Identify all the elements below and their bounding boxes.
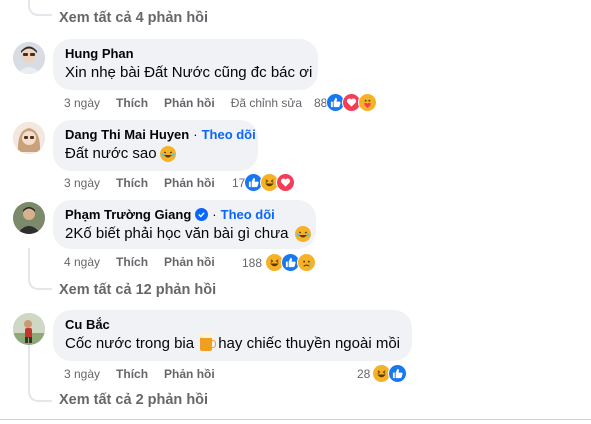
like-button[interactable]: Thích — [116, 176, 148, 190]
avatar[interactable] — [13, 42, 45, 74]
follow-button[interactable]: Theo dõi — [221, 207, 275, 222]
comment-time[interactable]: 3 ngày — [64, 176, 100, 190]
view-all-replies-link[interactable]: Xem tất cả 2 phản hồi — [59, 392, 208, 408]
comment-actions: 4 ngày Thích Phản hồi — [64, 255, 231, 269]
comment-author[interactable]: Phạm Trường Giang — [65, 207, 191, 222]
view-all-replies-link[interactable]: Xem tất cả 12 phản hồi — [59, 282, 216, 298]
like-icon — [388, 364, 408, 383]
avatar[interactable] — [13, 313, 45, 345]
reaction-count: 17 — [232, 175, 246, 190]
comment-actions: 3 ngày Thích Phản hồi — [64, 367, 231, 381]
comment-text-row: 2Kố biết phải học văn bài gì chưa — [65, 225, 311, 242]
comment-author[interactable]: Hung Phan — [65, 46, 306, 61]
like-button[interactable]: Thích — [116, 255, 148, 269]
like-button[interactable]: Thích — [116, 96, 148, 110]
comment-bubble: Hung Phan Xin nhẹ bài Đất Nước cũng đc b… — [53, 39, 318, 90]
reaction-count: 188 — [242, 255, 263, 270]
avatar[interactable] — [13, 122, 45, 154]
comment-bubble: Dang Thi Mai Huyen · Theo dõi Đất nước s… — [53, 120, 258, 171]
view-all-replies-link[interactable]: Xem tất cả 4 phản hồi — [59, 10, 208, 26]
follow-button[interactable]: Theo dõi — [202, 127, 256, 142]
avatar-image — [13, 202, 45, 234]
thread-line — [28, 345, 30, 385]
comment-text: Xin nhẹ bài Đất Nước cũng đc bác ơi — [65, 64, 313, 81]
reaction-summary[interactable]: 188 — [242, 253, 317, 272]
thread-elbow — [28, 274, 52, 290]
sad-icon — [297, 253, 317, 272]
reaction-count: 88 — [314, 95, 328, 110]
comment-time[interactable]: 4 ngày — [64, 255, 100, 269]
reaction-summary[interactable]: 88 — [314, 93, 378, 112]
comment-bubble: Cu Bắc Cốc nước trong bia hay chiếc thuy… — [53, 310, 412, 361]
comment-text-continued: hay chiếc thuyền ngoài mồi — [218, 335, 400, 352]
comment-actions: 3 ngày Thích Phản hồi — [64, 176, 231, 190]
love-icon — [276, 173, 296, 192]
avatar[interactable] — [13, 202, 45, 234]
comment-author[interactable]: Cu Bắc — [65, 317, 400, 332]
comment-author-row: Dang Thi Mai Huyen · Theo dõi — [65, 127, 256, 142]
comment-author[interactable]: Dang Thi Mai Huyen — [65, 127, 189, 142]
comment-text: Đất nước sao — [65, 145, 157, 162]
care-icon — [358, 93, 378, 112]
avatar-image — [13, 122, 45, 154]
like-button[interactable]: Thích — [116, 367, 148, 381]
section-divider — [0, 419, 591, 420]
comment-text: 2Kố biết phải học văn bài gì chưa — [65, 225, 289, 242]
beer-emoji — [199, 333, 217, 351]
verified-badge-icon — [195, 208, 209, 221]
thread-elbow — [28, 380, 52, 402]
comment-time[interactable]: 3 ngày — [64, 96, 100, 110]
comment-text-row: Cốc nước trong bia hay chiếc thuyền ngoà… — [65, 333, 400, 352]
rofl-emoji — [294, 225, 311, 242]
reply-button[interactable]: Phản hồi — [164, 96, 215, 110]
separator-dot: · — [193, 127, 198, 142]
edited-label: Đã chỉnh sửa — [230, 96, 303, 110]
comment-bubble: Phạm Trường Giang · Theo dõi 2Kố biết ph… — [53, 200, 316, 249]
thread-elbow — [28, 0, 52, 16]
avatar-image — [13, 42, 45, 74]
avatar-image — [13, 313, 45, 345]
comment-time[interactable]: 3 ngày — [64, 367, 100, 381]
reaction-summary[interactable]: 28 — [357, 364, 408, 383]
reply-button[interactable]: Phản hồi — [164, 367, 215, 381]
reply-button[interactable]: Phản hồi — [164, 176, 215, 190]
comment-author-row: Phạm Trường Giang · Theo dõi — [65, 207, 304, 222]
reply-button[interactable]: Phản hồi — [164, 255, 215, 269]
comment-actions: 3 ngày Thích Phản hồi Đã chỉnh sửa — [64, 96, 302, 110]
separator-dot: · — [212, 207, 217, 222]
reaction-count: 28 — [357, 366, 371, 381]
reaction-summary[interactable]: 17 — [232, 173, 296, 192]
rofl-emoji — [159, 145, 176, 162]
comment-text-row: Đất nước sao — [65, 145, 246, 162]
comment-text: Cốc nước trong bia — [65, 335, 195, 352]
